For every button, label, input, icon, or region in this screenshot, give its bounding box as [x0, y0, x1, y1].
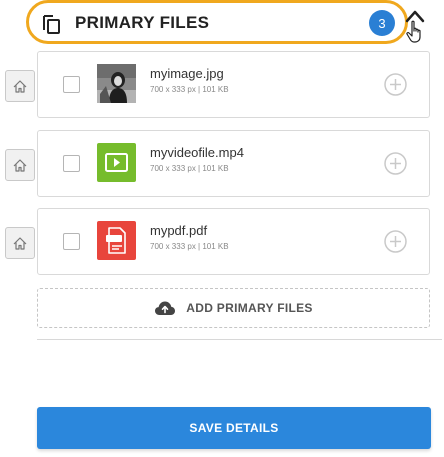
- header-title: PRIMARY FILES: [75, 13, 210, 32]
- image-thumbnail: [97, 64, 136, 103]
- file-meta: 700 x 333 px | 101 KB: [150, 164, 229, 173]
- cloud-upload-icon: [155, 301, 176, 315]
- file-name: myimage.jpg: [150, 66, 224, 81]
- add-primary-files-label: ADD PRIMARY FILES: [186, 301, 313, 315]
- file-checkbox[interactable]: [63, 155, 80, 172]
- pdf-icon: [97, 221, 136, 260]
- add-circle-icon[interactable]: [384, 152, 407, 175]
- copy-icon: [43, 15, 60, 34]
- file-checkbox[interactable]: [63, 76, 80, 93]
- file-name: mypdf.pdf: [150, 223, 208, 238]
- file-row-image: myimage.jpg 700 x 333 px | 101 KB: [37, 51, 430, 118]
- file-meta: 700 x 333 px | 101 KB: [150, 85, 229, 94]
- home-button[interactable]: [5, 70, 35, 102]
- video-icon: [97, 143, 136, 182]
- primary-files-panel: PRIMARY FILES 3 myimage.jpg 700 x 333 px…: [0, 0, 444, 457]
- file-name: myvideofile.mp4: [150, 145, 244, 160]
- add-circle-icon[interactable]: [384, 73, 407, 96]
- home-button[interactable]: [5, 149, 35, 181]
- save-details-button[interactable]: SAVE DETAILS: [37, 407, 431, 449]
- file-meta: 700 x 333 px | 101 KB: [150, 242, 229, 251]
- divider: [37, 339, 442, 340]
- file-row-pdf: mypdf.pdf 700 x 333 px | 101 KB: [37, 208, 430, 275]
- file-row-video: myvideofile.mp4 700 x 333 px | 101 KB: [37, 130, 430, 197]
- home-icon: [13, 79, 27, 93]
- file-count-badge: 3: [369, 10, 395, 36]
- add-primary-files-button[interactable]: ADD PRIMARY FILES: [37, 288, 430, 328]
- add-circle-icon[interactable]: [384, 230, 407, 253]
- home-icon: [13, 236, 27, 250]
- primary-files-header[interactable]: PRIMARY FILES 3: [26, 0, 408, 44]
- file-checkbox[interactable]: [63, 233, 80, 250]
- hand-cursor-icon: [406, 20, 421, 43]
- home-icon: [13, 158, 27, 172]
- home-button[interactable]: [5, 227, 35, 259]
